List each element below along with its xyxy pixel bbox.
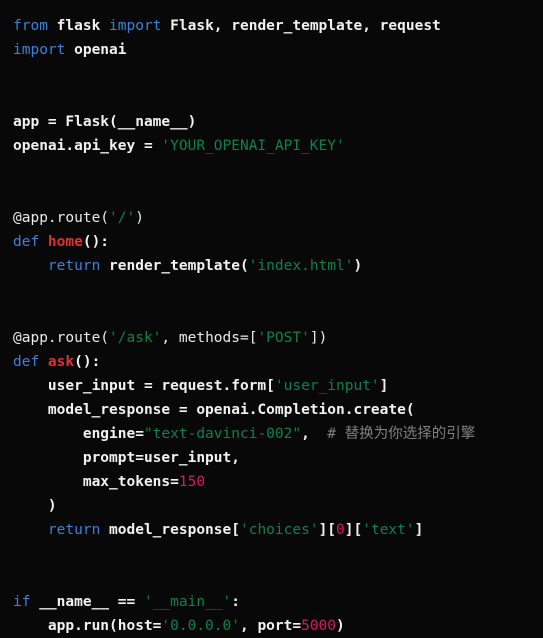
code-token-keyword: import [13, 42, 75, 58]
code-token-string: '/ask' [109, 330, 162, 346]
code-line: @app.route('/') [13, 206, 543, 230]
code-line: return render_template('index.html') [13, 254, 543, 278]
code-token-plain: prompt=user_input, [13, 450, 240, 466]
code-token-plain: ] [414, 522, 424, 538]
code-token-decorator: ]) [309, 330, 328, 346]
code-line: user_input = request.form['user_input'] [13, 374, 543, 398]
code-token-function: ask [47, 354, 75, 370]
code-token-plain: app.run(host= [13, 618, 162, 634]
code-token-decorator: ) [135, 210, 144, 226]
code-token-plain: __name__ == [39, 594, 144, 610]
code-token-string: 'choices' [239, 522, 319, 538]
code-token-plain: openai.api_key = [13, 138, 162, 154]
code-token-plain: Flask, render_template, request [170, 18, 441, 34]
code-line: openai.api_key = 'YOUR_OPENAI_API_KEY' [13, 134, 543, 158]
code-line: import openai [13, 38, 543, 62]
code-token-plain: ) [13, 498, 57, 514]
code-line: prompt=user_input, [13, 446, 543, 470]
code-token-string: "text-davinci-002" [143, 426, 302, 442]
code-token-keyword: from [13, 18, 57, 34]
code-token-plain: render_template( [109, 258, 249, 274]
code-token-function: home [47, 234, 83, 250]
code-token-punct: (): [82, 234, 110, 250]
code-line: app.run(host='0.0.0.0', port=5000) [13, 614, 543, 638]
code-line: if __name__ == '__main__': [13, 590, 543, 614]
code-token-plain: ) [336, 618, 345, 634]
code-token-string: 'index.html' [248, 258, 354, 274]
code-token-plain: : [231, 594, 241, 610]
code-token-plain: ][ [344, 522, 363, 538]
code-token-decorator: @app.route( [13, 330, 110, 346]
code-line: max_tokens=150 [13, 470, 543, 494]
code-line: engine="text-davinci-002", # 替换为你选择的引擎 [13, 422, 543, 446]
code-token-plain: user_input = request.form[ [13, 378, 275, 394]
code-token-plain: , port= [239, 618, 302, 634]
code-token-plain: model_response[ [109, 522, 240, 538]
code-token-plain: ][ [318, 522, 337, 538]
code-line: def ask(): [13, 350, 543, 374]
code-token-string: 'user_input' [274, 378, 380, 394]
code-editor-viewport[interactable]: from flask import Flask, render_template… [0, 0, 543, 638]
code-token-string: 'POST' [257, 330, 310, 346]
code-token-decorator: @app.route( [13, 210, 110, 226]
code-line: def home(): [13, 230, 543, 254]
code-token-plain: , [301, 426, 328, 442]
code-token-plain: flask [56, 18, 110, 34]
code-token-plain: max_tokens= [13, 474, 179, 490]
code-token-keyword: def [13, 354, 48, 370]
code-token-number: 150 [178, 474, 206, 490]
code-line: return model_response['choices'][0]['tex… [13, 518, 543, 542]
code-line: app = Flask(__name__) [13, 110, 543, 134]
code-token-number: 0 [336, 522, 345, 538]
code-token-string: '__main__' [143, 594, 232, 610]
code-line: from flask import Flask, render_template… [13, 14, 543, 38]
code-line: ) [13, 494, 543, 518]
code-token-comment: # 替换为你选择的引擎 [327, 426, 476, 442]
code-token-plain: ] [379, 378, 389, 394]
code-token-plain: ) [353, 258, 363, 274]
code-token-decorator: , methods=[ [161, 330, 258, 346]
code-token-keyword: if [13, 594, 40, 610]
code-token-string: 'YOUR_OPENAI_API_KEY' [161, 138, 345, 154]
code-token-string: '/' [109, 210, 136, 226]
code-token-keyword: return [47, 258, 110, 274]
code-token-plain: engine= [13, 426, 144, 442]
code-token-keyword: def [13, 234, 48, 250]
code-token-plain: app = Flask(__name__) [13, 114, 197, 130]
code-token-keyword: return [47, 522, 110, 538]
code-token-string: 'text' [362, 522, 415, 538]
code-line: model_response = openai.Completion.creat… [13, 398, 543, 422]
code-token-plain: openai [74, 42, 127, 58]
code-token-plain: model_response = openai.Completion.creat… [13, 402, 415, 418]
code-token-string: '0.0.0.0' [161, 618, 240, 634]
code-line: @app.route('/ask', methods=['POST']) [13, 326, 543, 350]
code-token-punct: (): [74, 354, 101, 370]
code-token-keyword: import [109, 18, 171, 34]
code-token-number: 5000 [301, 618, 337, 634]
